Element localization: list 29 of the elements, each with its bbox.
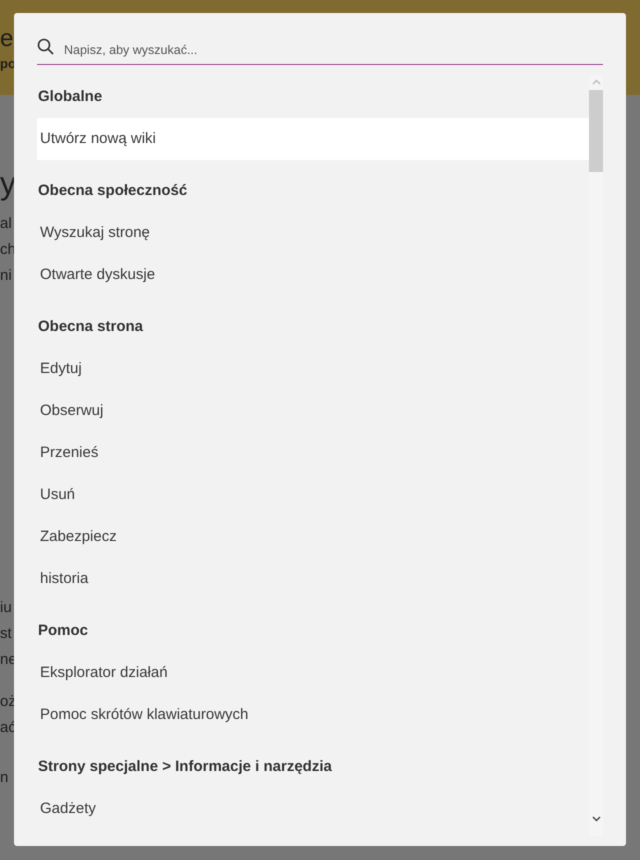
page-text: st	[0, 624, 12, 644]
command-item[interactable]: Usuń	[37, 474, 589, 516]
command-item[interactable]: Gadżety	[37, 788, 589, 830]
command-item[interactable]: Przenieś	[37, 432, 589, 474]
scroll-thumb[interactable]	[589, 90, 603, 172]
page-text: ni	[0, 266, 12, 286]
command-item[interactable]: Wyszukaj stronę	[37, 212, 589, 254]
command-item[interactable]: Otwarte dyskusje	[37, 254, 589, 296]
command-item[interactable]: Obserwuj	[37, 390, 589, 432]
command-item[interactable]: Zabezpiecz	[37, 516, 589, 558]
section-heading: Pomoc	[37, 621, 90, 641]
search-icon	[37, 38, 54, 55]
section-heading: Obecna społeczność	[37, 181, 188, 201]
page-text: al	[0, 214, 12, 234]
section-heading: Strony specjalne > Informacje i narzędzia	[37, 757, 333, 777]
page-text: y	[0, 165, 16, 201]
command-item[interactable]: Edytuj	[37, 348, 589, 390]
page-text: e	[0, 26, 14, 52]
scroll-up-icon[interactable]	[592, 79, 600, 86]
command-item[interactable]: historia	[37, 558, 589, 600]
command-item[interactable]: Eksplorator działań	[37, 652, 589, 694]
command-item[interactable]: Pomoc skrótów klawiaturowych	[37, 694, 589, 736]
section-heading: Obecna strona	[37, 317, 144, 337]
command-item[interactable]: Utwórz nową wiki	[37, 118, 589, 160]
page-text: iu	[0, 598, 12, 618]
section-heading: Globalne	[37, 87, 104, 107]
page-text: n	[0, 768, 8, 788]
scroll-down-icon[interactable]	[592, 815, 600, 822]
search-field[interactable]: Napisz, aby wyszukać...	[64, 42, 603, 56]
